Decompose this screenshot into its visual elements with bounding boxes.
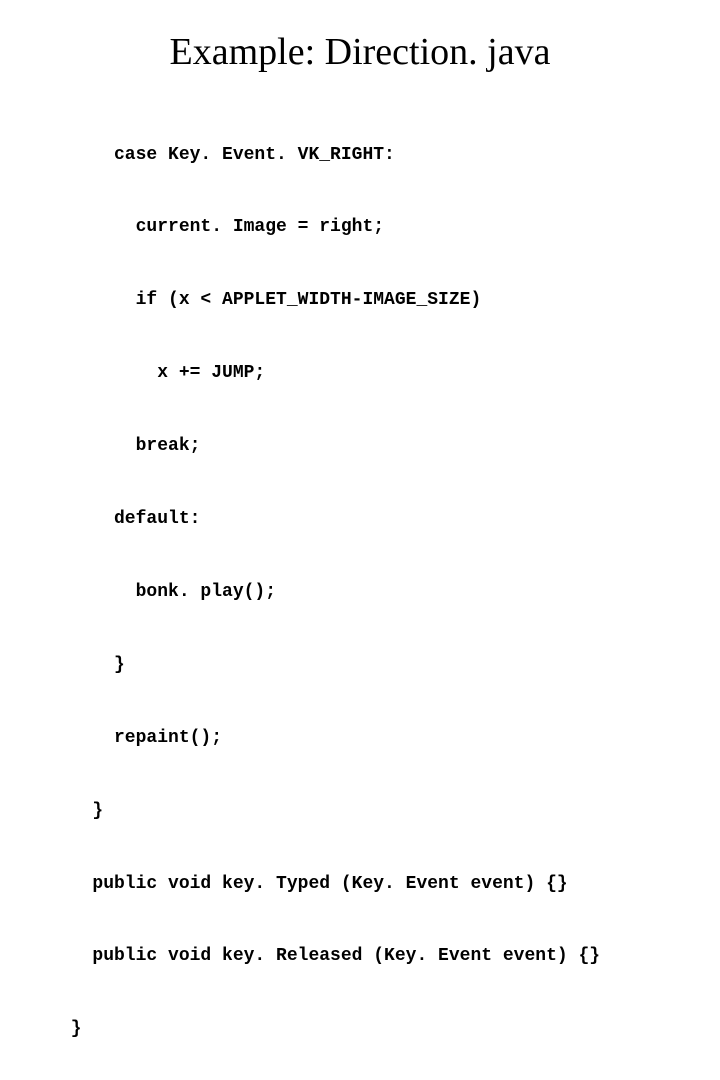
code-line: } bbox=[60, 799, 680, 823]
code-line: bonk. play(); bbox=[60, 580, 680, 604]
code-line: current. Image = right; bbox=[60, 215, 680, 239]
code-line: } bbox=[60, 653, 680, 677]
code-line: break; bbox=[60, 434, 680, 458]
code-line: if (x < APPLET_WIDTH-IMAGE_SIZE) bbox=[60, 288, 680, 312]
slide-title: Example: Direction. java bbox=[40, 30, 680, 74]
code-line: } bbox=[60, 1017, 680, 1041]
code-line: public void key. Released (Key. Event ev… bbox=[60, 944, 680, 968]
code-line: repaint(); bbox=[60, 726, 680, 750]
code-line: x += JUMP; bbox=[60, 361, 680, 385]
code-line: default: bbox=[60, 507, 680, 531]
code-line: public void key. Typed (Key. Event event… bbox=[60, 872, 680, 896]
code-block: case Key. Event. VK_RIGHT: current. Imag… bbox=[60, 94, 680, 1080]
slide-container: Example: Direction. java case Key. Event… bbox=[0, 0, 720, 1080]
code-line: case Key. Event. VK_RIGHT: bbox=[60, 143, 680, 167]
